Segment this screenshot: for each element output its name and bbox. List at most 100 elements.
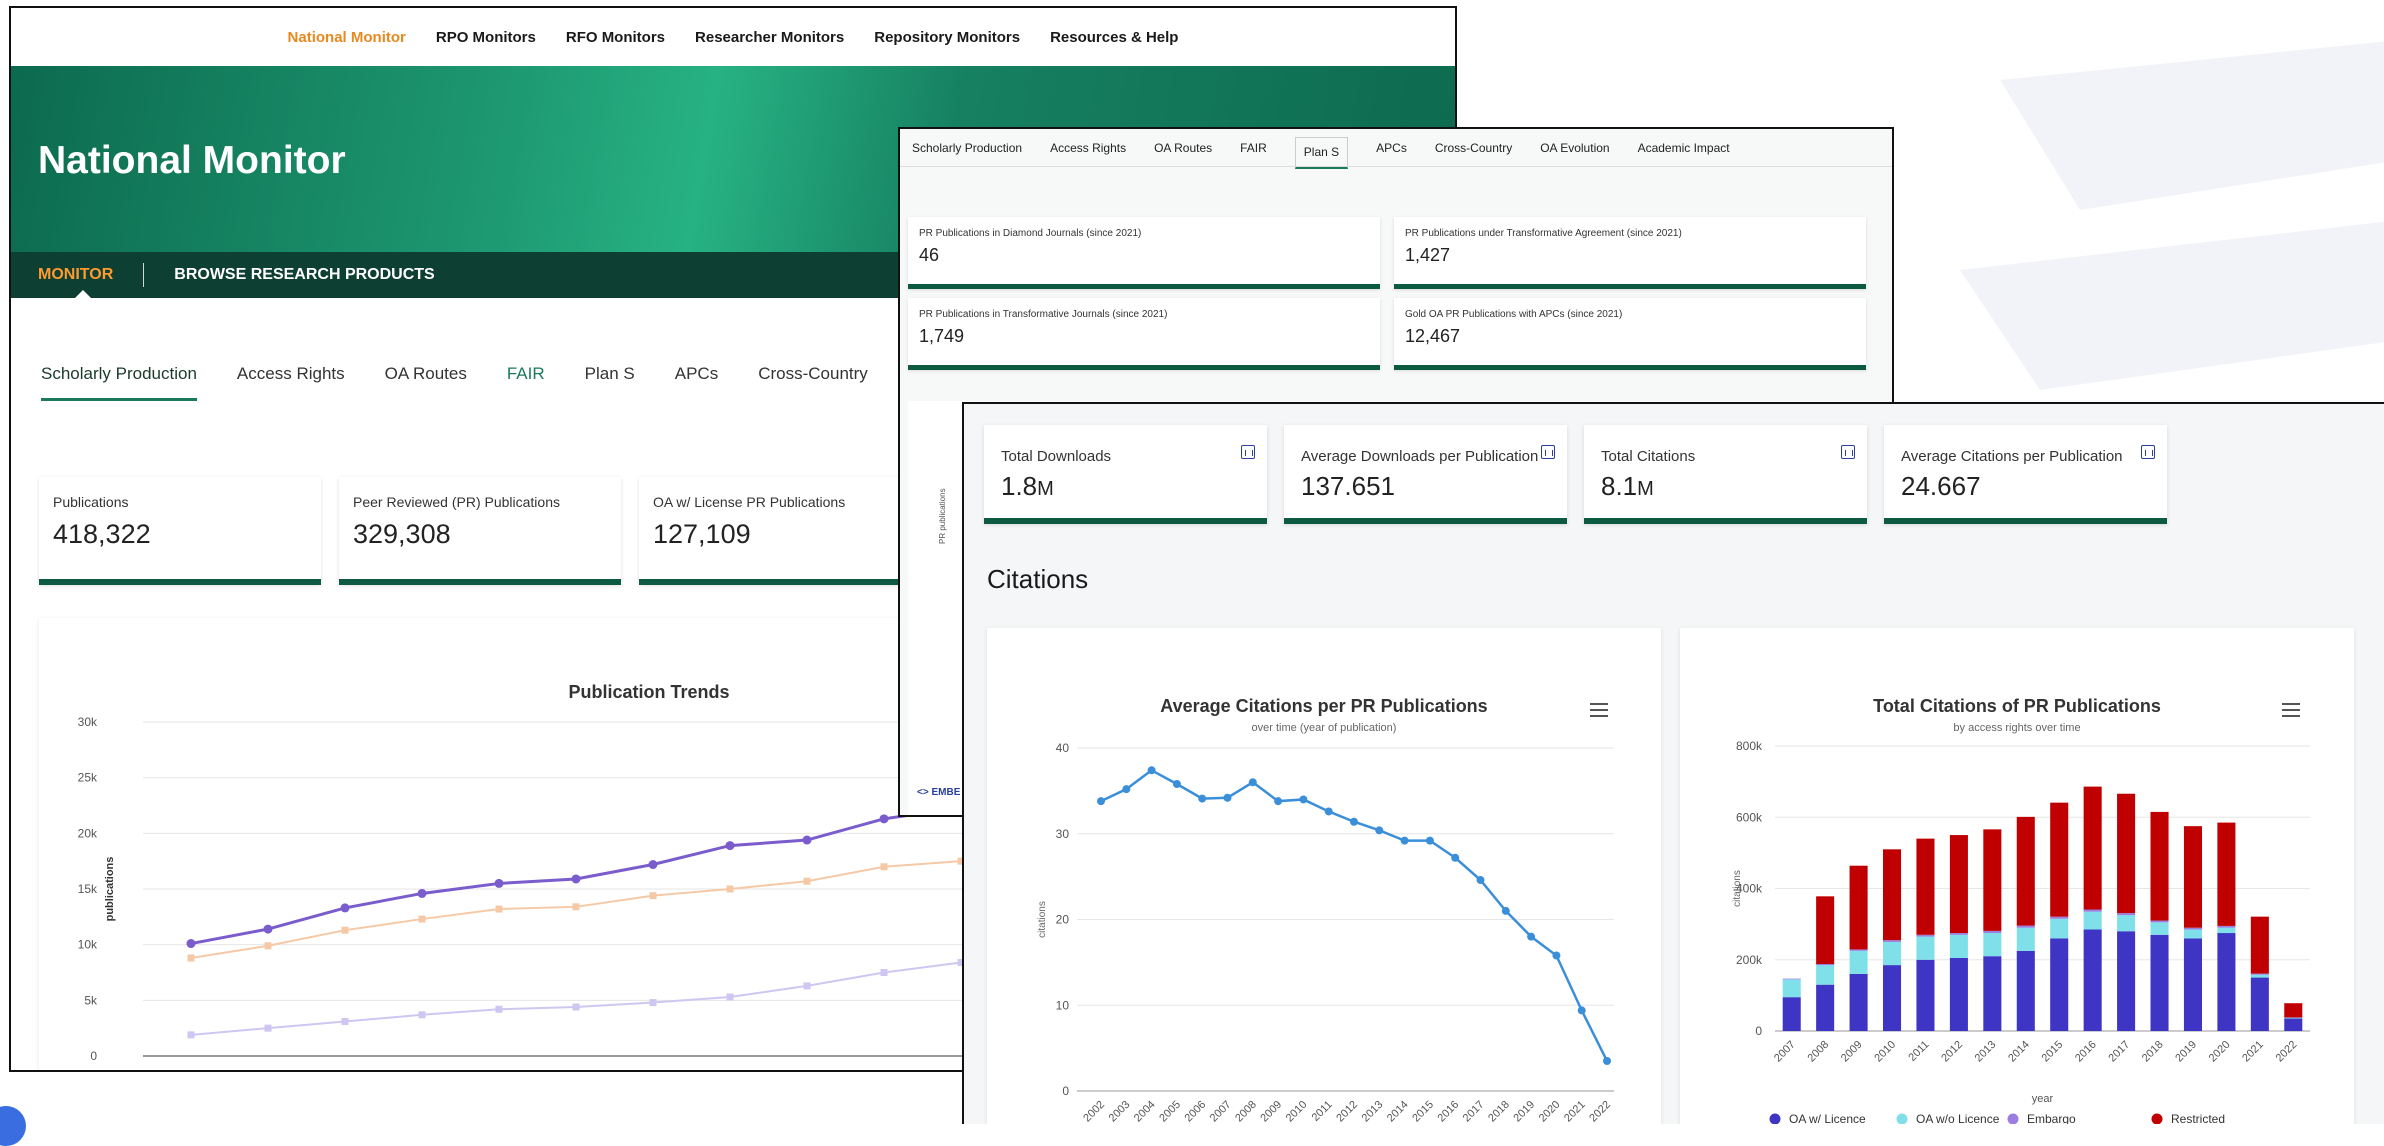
nav-resources-help[interactable]: Resources & Help bbox=[1050, 29, 1178, 46]
tab-fair[interactable]: FAIR bbox=[1240, 141, 1267, 155]
data-point bbox=[881, 863, 888, 870]
tab-academic-impact[interactable]: Academic Impact bbox=[1638, 141, 1730, 155]
chart-icon[interactable] bbox=[1541, 445, 1555, 459]
data-point bbox=[188, 1031, 195, 1038]
bar-segment bbox=[1883, 965, 1901, 1031]
bar-segment bbox=[2017, 926, 2035, 928]
sub-nav-divider bbox=[143, 263, 144, 287]
chart-icon[interactable] bbox=[2141, 445, 2155, 459]
stat-card-gold-oa-apcs: Gold OA PR Publications with APCs (since… bbox=[1394, 298, 1866, 370]
tab-fair[interactable]: FAIR bbox=[507, 364, 545, 401]
data-point bbox=[1249, 778, 1257, 786]
stat-card-publications: Publications 418,322 bbox=[39, 477, 321, 585]
nav-researcher-monitors[interactable]: Researcher Monitors bbox=[695, 29, 844, 46]
nav-repository-monitors[interactable]: Repository Monitors bbox=[874, 29, 1020, 46]
y-tick-label: 30k bbox=[78, 715, 98, 729]
chart-menu-icon[interactable] bbox=[1590, 703, 1608, 717]
embed-link[interactable]: <> EMBE bbox=[917, 787, 960, 798]
legend-marker bbox=[2008, 1114, 2019, 1125]
x-tick-label: 2021 bbox=[2240, 1039, 2266, 1065]
data-point bbox=[1325, 807, 1333, 815]
chart-menu-icon[interactable] bbox=[2282, 703, 2300, 717]
tab-access-rights[interactable]: Access Rights bbox=[1050, 141, 1126, 155]
nav-rpo-monitors[interactable]: RPO Monitors bbox=[436, 29, 536, 46]
tab-apcs[interactable]: APCs bbox=[1376, 141, 1407, 155]
data-point bbox=[727, 886, 734, 893]
tab-oa-routes[interactable]: OA Routes bbox=[385, 364, 467, 401]
bar-segment bbox=[1783, 979, 1801, 980]
floating-action-icon[interactable] bbox=[0, 1106, 26, 1146]
bar-segment bbox=[2050, 803, 2068, 917]
x-tick-label: 2009 bbox=[1258, 1099, 1284, 1124]
y-tick-label: 25k bbox=[78, 771, 98, 785]
data-point bbox=[496, 906, 503, 913]
stat-label: PR Publications in Transformative Journa… bbox=[919, 309, 1167, 320]
y-tick-label: 20k bbox=[78, 826, 98, 840]
y-tick-label: 0 bbox=[90, 1049, 97, 1063]
stat-label: PR Publications under Transformative Agr… bbox=[1405, 228, 1682, 239]
tab-scholarly-production[interactable]: Scholarly Production bbox=[41, 364, 197, 401]
bar-segment bbox=[2251, 974, 2269, 975]
total-citations-panel: Total Citations of PR Publicationsby acc… bbox=[1680, 628, 2354, 1124]
data-point bbox=[342, 927, 349, 934]
data-point bbox=[341, 903, 350, 912]
x-tick-label: 2019 bbox=[2173, 1039, 2199, 1065]
x-tick-label: 2022 bbox=[1587, 1099, 1613, 1124]
x-tick-label: 2013 bbox=[1973, 1039, 1999, 1065]
bar-segment bbox=[2084, 929, 2102, 1031]
nav-rfo-monitors[interactable]: RFO Monitors bbox=[566, 29, 665, 46]
bar-segment bbox=[2084, 912, 2102, 930]
data-point bbox=[265, 1025, 272, 1032]
tab-plan-s[interactable]: Plan S bbox=[1295, 137, 1348, 169]
monitor-link[interactable]: MONITOR bbox=[38, 266, 113, 284]
tab-scholarly-production[interactable]: Scholarly Production bbox=[912, 141, 1022, 155]
bar-segment bbox=[2050, 938, 2068, 1031]
bar-segment bbox=[1983, 931, 2001, 933]
bar-segment bbox=[2117, 915, 2135, 931]
x-tick-label: 2020 bbox=[2207, 1039, 2233, 1065]
tab-cross-country[interactable]: Cross-Country bbox=[1435, 141, 1512, 155]
data-point bbox=[573, 1004, 580, 1011]
stat-number: 24.667 bbox=[1901, 471, 1981, 501]
data-point bbox=[649, 860, 658, 869]
tab-plan-s[interactable]: Plan S bbox=[585, 364, 635, 401]
bar-segment bbox=[1916, 839, 1934, 935]
chart-icon[interactable] bbox=[1241, 445, 1255, 459]
chart-icon[interactable] bbox=[1841, 445, 1855, 459]
stat-unit: M bbox=[1037, 478, 1054, 500]
data-point bbox=[419, 916, 426, 923]
tab-access-rights[interactable]: Access Rights bbox=[237, 364, 345, 401]
bar-segment bbox=[2251, 917, 2269, 974]
y-tick-label: 10k bbox=[78, 938, 98, 952]
bar-segment bbox=[1883, 849, 1901, 940]
bar-segment bbox=[1883, 942, 1901, 965]
browse-research-products-link[interactable]: BROWSE RESEARCH PRODUCTS bbox=[174, 266, 434, 284]
nav-national-monitor[interactable]: National Monitor bbox=[288, 29, 406, 46]
bar-segment bbox=[1850, 974, 1868, 1031]
x-tick-label: 2012 bbox=[1939, 1039, 1965, 1065]
x-tick-label: 2012 bbox=[1334, 1099, 1360, 1124]
tab-oa-routes[interactable]: OA Routes bbox=[1154, 141, 1212, 155]
stat-card-average-citations: Average Citations per Publication 24.667 bbox=[1884, 425, 2167, 524]
stat-label: Average Citations per Publication bbox=[1901, 448, 2123, 465]
tab-cross-country[interactable]: Cross-Country bbox=[758, 364, 868, 401]
bar-segment bbox=[2084, 787, 2102, 910]
tab-apcs[interactable]: APCs bbox=[675, 364, 718, 401]
stat-value: 46 bbox=[919, 245, 939, 266]
bar-segment bbox=[2284, 1019, 2302, 1031]
stat-value: 137.651 bbox=[1301, 471, 1395, 502]
data-point bbox=[803, 836, 812, 845]
series-line bbox=[1101, 770, 1607, 1061]
x-tick-label: 2007 bbox=[1772, 1039, 1798, 1065]
bar-segment bbox=[2151, 812, 2169, 921]
bar-segment bbox=[1950, 958, 1968, 1031]
data-point bbox=[650, 892, 657, 899]
stat-value: 24.667 bbox=[1901, 471, 1981, 502]
tab-oa-evolution[interactable]: OA Evolution bbox=[1540, 141, 1609, 155]
average-citations-panel: Average Citations per PR Publicationsove… bbox=[987, 628, 1661, 1124]
bar-segment bbox=[1783, 997, 1801, 1031]
x-tick-label: 2010 bbox=[1284, 1099, 1310, 1124]
bar-segment bbox=[1916, 935, 1934, 937]
legend-marker bbox=[2152, 1114, 2163, 1125]
data-point bbox=[804, 982, 811, 989]
